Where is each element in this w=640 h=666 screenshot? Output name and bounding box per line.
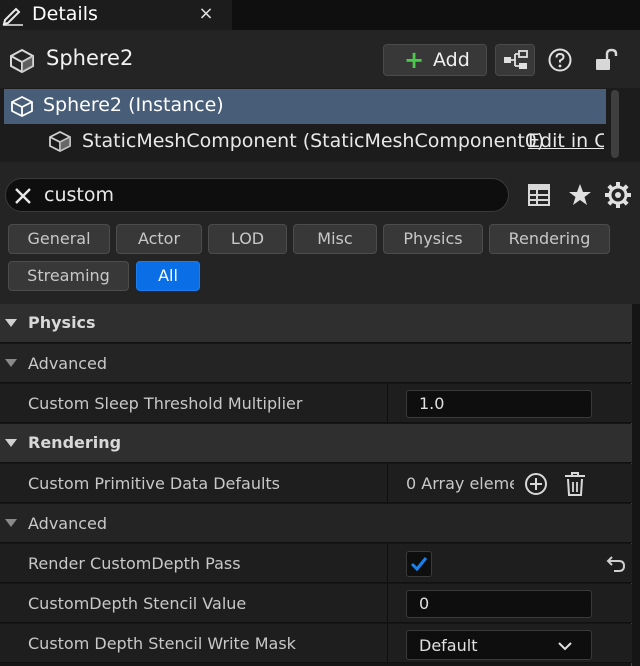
subcategory-physics-advanced[interactable]: Advanced	[0, 344, 632, 383]
filter-streaming[interactable]: Streaming	[8, 261, 129, 291]
edit-in-cpp-link[interactable]: Edit in C++	[528, 130, 604, 152]
properties-panel: Physics Advanced Custom Sleep Threshold …	[0, 304, 640, 666]
expand-arrow-icon	[5, 519, 17, 527]
details-header: Sphere2 + Add	[0, 30, 640, 88]
filter-actor[interactable]: Actor	[116, 224, 202, 254]
add-component-button[interactable]: + Add	[383, 44, 487, 76]
property-label: Render CustomDepth Pass	[28, 554, 241, 573]
filter-physics[interactable]: Physics	[383, 224, 483, 254]
actor-icon	[10, 48, 34, 73]
property-row: Custom Depth Stencil Write Mask Default	[0, 624, 632, 663]
expand-arrow-icon	[5, 319, 17, 327]
filter-misc[interactable]: Misc	[293, 224, 377, 254]
array-count: 0 Array elements	[406, 474, 514, 493]
property-label: Custom Primitive Data Defaults	[28, 474, 281, 493]
stencil-write-mask-dropdown[interactable]: Default	[406, 630, 592, 660]
tab-bar: Details ×	[0, 0, 640, 30]
filter-general[interactable]: General	[8, 224, 110, 254]
property-row: Render CustomDepth Pass	[0, 544, 632, 583]
plus-icon: +	[404, 46, 425, 74]
add-label: Add	[433, 49, 470, 71]
dropdown-value: Default	[419, 636, 478, 655]
column-splitter[interactable]	[387, 584, 388, 623]
property-row: CustomDepth Stencil Value 0	[0, 584, 632, 623]
pencil-icon	[2, 7, 23, 26]
hierarchy-icon	[504, 50, 528, 69]
search-box	[5, 178, 509, 212]
expand-arrow-icon	[5, 359, 17, 367]
property-matrix-icon[interactable]	[527, 183, 551, 207]
property-label: Custom Depth Stencil Write Mask	[28, 634, 296, 653]
gear-icon[interactable]	[604, 181, 632, 209]
property-label: Custom Sleep Threshold Multiplier	[28, 394, 303, 413]
category-label: Rendering	[28, 433, 122, 452]
subcategory-rendering-advanced[interactable]: Advanced	[0, 504, 632, 543]
reset-to-default-icon[interactable]	[606, 554, 626, 574]
lock-icon[interactable]	[593, 47, 619, 73]
actor-icon	[11, 95, 33, 118]
static-mesh-icon	[49, 130, 71, 153]
column-splitter[interactable]	[387, 464, 388, 503]
tree-item-label: Sphere2 (Instance)	[43, 94, 224, 116]
expand-arrow-icon	[5, 439, 17, 447]
tab-details[interactable]: Details ×	[0, 0, 232, 30]
category-label: Physics	[28, 313, 96, 332]
filter-rendering[interactable]: Rendering	[489, 224, 610, 254]
checkmark-icon	[410, 557, 428, 572]
category-rendering[interactable]: Rendering	[0, 424, 632, 463]
tab-title: Details	[32, 3, 98, 25]
actor-name: Sphere2	[46, 46, 134, 70]
favorites-star-icon[interactable]	[567, 182, 593, 208]
render-custom-depth-checkbox[interactable]	[406, 551, 432, 577]
add-element-icon[interactable]	[524, 472, 548, 496]
property-row: Custom Primitive Data Defaults 0 Array e…	[0, 464, 632, 503]
help-icon[interactable]	[547, 47, 573, 73]
clear-search-icon[interactable]	[12, 185, 34, 207]
search-input[interactable]	[44, 179, 484, 211]
property-label: CustomDepth Stencil Value	[28, 594, 247, 613]
component-tree: Sphere2 (Instance) StaticMeshComponent (…	[0, 88, 640, 162]
property-row: Custom Sleep Threshold Multiplier 1.0	[0, 384, 632, 423]
close-icon[interactable]: ×	[196, 2, 216, 26]
chevron-down-icon	[558, 642, 572, 651]
subcategory-label: Advanced	[28, 514, 108, 533]
column-splitter[interactable]	[387, 624, 388, 663]
filter-all[interactable]: All	[136, 261, 200, 291]
stencil-value-input[interactable]: 0	[406, 590, 592, 618]
tree-item-label: StaticMeshComponent (StaticMeshComponent…	[82, 130, 545, 152]
tree-scrollbar[interactable]	[611, 90, 619, 158]
subcategory-label: Advanced	[28, 354, 108, 373]
sleep-threshold-input[interactable]: 1.0	[406, 390, 592, 418]
column-splitter[interactable]	[387, 544, 388, 583]
tree-item-static-mesh-component[interactable]: StaticMeshComponent (StaticMeshComponent…	[4, 125, 606, 159]
blueprint-hierarchy-button[interactable]	[495, 44, 535, 76]
search-area: General Actor LOD Misc Physics Rendering…	[0, 162, 640, 304]
filter-lod[interactable]: LOD	[208, 224, 287, 254]
trash-icon[interactable]	[563, 471, 587, 497]
column-splitter[interactable]	[387, 384, 388, 423]
category-physics[interactable]: Physics	[0, 304, 632, 343]
tree-item-instance[interactable]: Sphere2 (Instance)	[4, 89, 606, 124]
